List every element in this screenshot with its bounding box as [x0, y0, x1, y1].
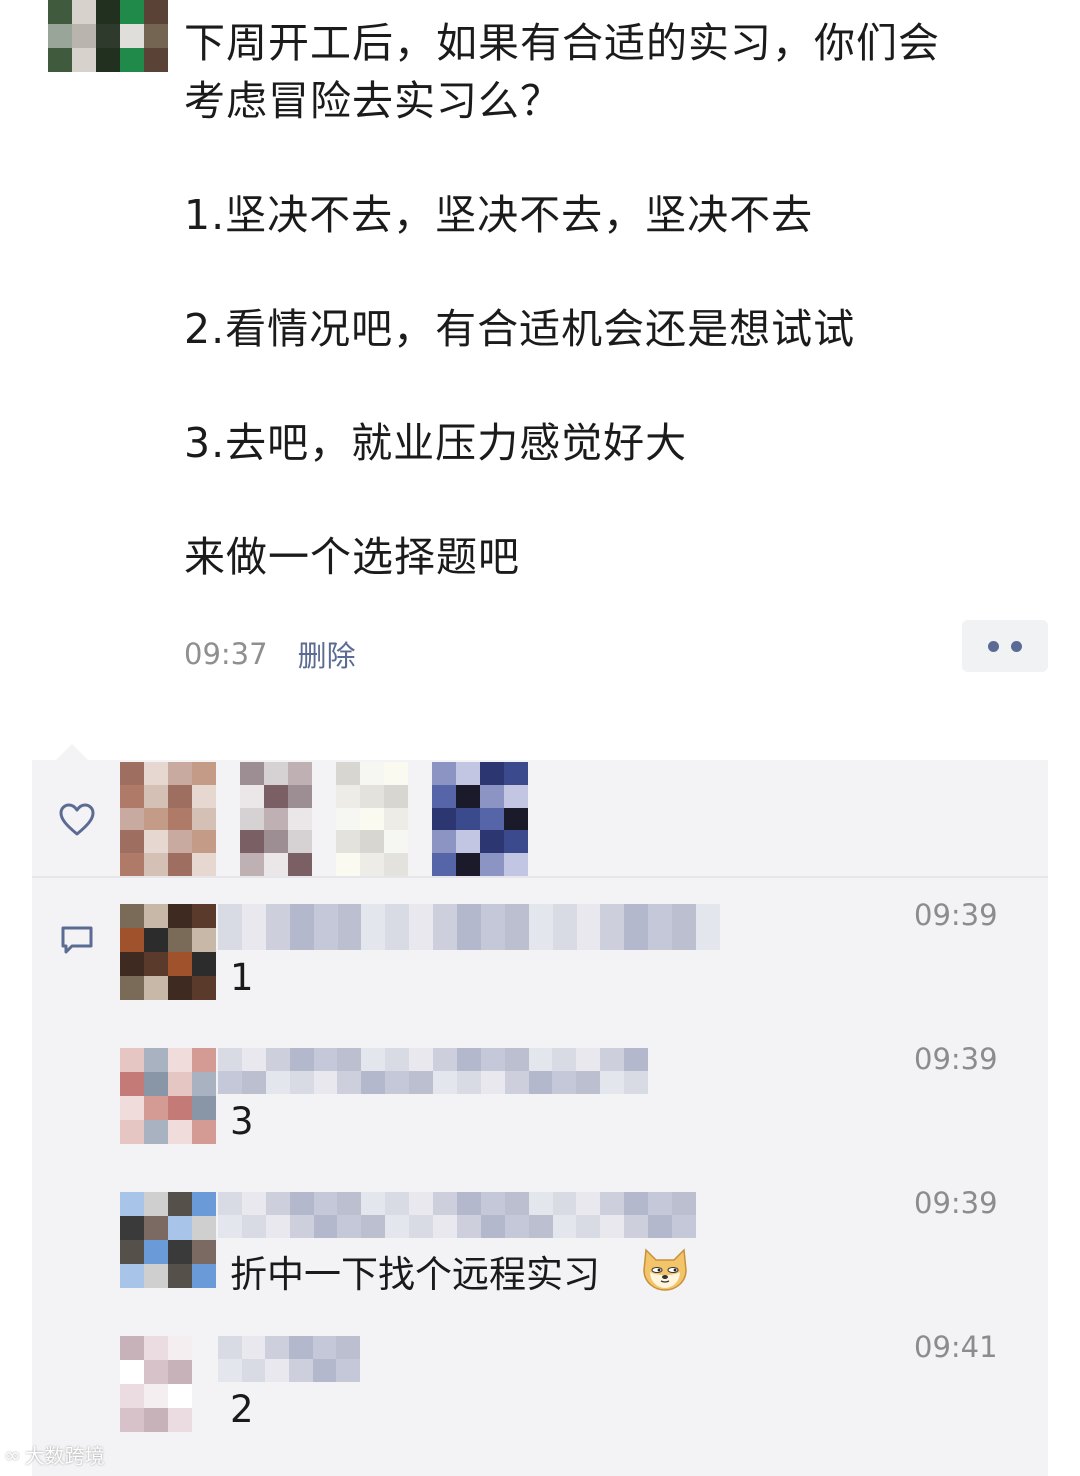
post-line: 3.去吧，就业压力感觉好大 [184, 419, 688, 467]
liker-avatar[interactable] [432, 762, 528, 876]
liker-avatar[interactable] [240, 762, 312, 876]
commenter-avatar[interactable] [120, 1336, 192, 1432]
comment-text: 折中一下找个远程实习 [230, 1253, 600, 1296]
watermark: ∞ 大数跨境 [4, 1440, 105, 1469]
comment-time: 09:39 [914, 1186, 998, 1220]
watermark-logo-icon: ∞ [4, 1442, 21, 1467]
likes-divider [32, 876, 1048, 878]
post-timestamp: 09:37 [184, 637, 268, 671]
comment-text: 2 [230, 1388, 254, 1431]
comment-time: 09:39 [914, 898, 998, 932]
commenter-name[interactable] [218, 1336, 360, 1382]
post-line: 1.坚决不去，坚决不去，坚决不去 [184, 191, 814, 239]
more-actions-button[interactable] [962, 620, 1048, 672]
comment-icon [61, 926, 93, 954]
commenter-name[interactable] [218, 1048, 648, 1094]
post-body: 下周开工后，如果有合适的实习，你们会 考虑冒险去实习么？ 1.坚决不去，坚决不去… [184, 14, 1044, 586]
comment-text: 3 [230, 1100, 254, 1143]
commenter-avatar[interactable] [120, 1192, 216, 1288]
liker-avatar[interactable] [120, 762, 216, 876]
comment-time: 09:39 [914, 1042, 998, 1076]
commenter-name[interactable] [218, 1192, 696, 1238]
more-dots-icon [1011, 640, 1022, 652]
comment-time: 09:41 [914, 1330, 998, 1364]
post-line: 下周开工后，如果有合适的实习，你们会 [184, 19, 940, 67]
post-line: 考虑冒险去实习么？ [184, 77, 562, 125]
delete-button[interactable]: 删除 [298, 633, 356, 675]
comment-text: 1 [230, 956, 254, 999]
commenter-avatar[interactable] [120, 1048, 216, 1144]
post-line: 2.看情况吧，有合适机会还是想试试 [184, 305, 856, 353]
commenter-name[interactable] [218, 904, 720, 950]
post-author-avatar[interactable] [48, 0, 168, 72]
liker-avatar[interactable] [336, 762, 408, 876]
doge-emoji-icon [643, 1248, 687, 1291]
post-line: 来做一个选择题吧 [184, 533, 520, 581]
commenter-avatar[interactable] [120, 904, 216, 1000]
post-meta: 09:37 删除 [184, 630, 356, 678]
panel-pointer [56, 744, 88, 760]
more-dots-icon [988, 640, 999, 652]
watermark-text: 大数跨境 [24, 1444, 105, 1468]
